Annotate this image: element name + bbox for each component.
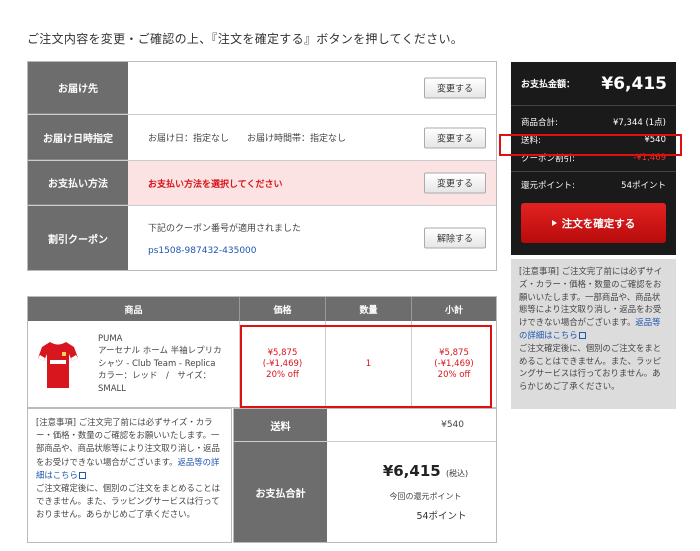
payment-warning: お支払い方法を選択してください — [148, 179, 283, 190]
header-quantity: 数量 — [326, 297, 412, 321]
page-instruction: ご注文内容を変更・ご確認の上、『注文を確定する』ボタンを押してください。 — [27, 32, 464, 46]
total-amount-line: ¥6,415 (税込) — [383, 462, 468, 480]
delivery-row: お届け先 変更する — [28, 62, 496, 115]
change-datetime-button[interactable]: 変更する — [424, 127, 486, 148]
datetime-text: お届け日：指定なし お届け時間帯：指定なし — [148, 134, 347, 144]
product-info: PUMA アーセナル ホーム 半袖レプリカ シャツ - Club Team - … — [28, 321, 240, 407]
notice-text2: ご注文確定後に、個別のご注文をまとめることはできません。また、ラッピングサービス… — [36, 483, 220, 520]
notice-box: [注意事項] ご注文完了前には必ずサイズ・カラー・価格・数量のご確認をお願いいた… — [27, 408, 232, 543]
play-arrow-icon — [551, 220, 557, 226]
product-text: PUMA アーセナル ホーム 半袖レプリカ シャツ - Club Team - … — [98, 333, 222, 396]
payment-side-panel: お支払金額： ¥6,415 商品合計: ¥7,344 (1点) 送料: ¥540… — [511, 62, 676, 255]
points-value: 54ポイント — [416, 511, 467, 522]
shipping-label: 送料 — [234, 409, 327, 441]
header-price: 価格 — [240, 297, 326, 321]
cancel-coupon-button[interactable]: 解除する — [424, 227, 486, 249]
total-box: ¥6,415 (税込) 今回の還元ポイント 54ポイント — [327, 442, 496, 542]
change-payment-button[interactable]: 変更する — [424, 172, 486, 194]
external-link-icon — [78, 471, 86, 479]
delivery-value: 変更する — [128, 62, 496, 114]
product-image[interactable] — [38, 338, 78, 390]
pay-label: お支払金額： — [521, 80, 576, 90]
change-delivery-button[interactable]: 変更する — [424, 77, 486, 99]
datetime-row: お届け日時指定 お届け日：指定なし お届け時間帯：指定なし 変更する — [28, 115, 496, 161]
external-link-icon — [578, 331, 586, 339]
side-notice: [注意事項] ご注文完了前には必ずサイズ・カラー・価格・数量のご確認をお願いいた… — [511, 259, 676, 409]
datetime-value: お届け日：指定なし お届け時間帯：指定なし 変更する — [128, 115, 496, 160]
side-points-value: 54ポイント — [621, 181, 666, 191]
payment-amount-row: お支払金額： ¥6,415 — [511, 62, 676, 106]
total-label: お支払合計 — [234, 442, 327, 542]
coupon-highlight-box — [499, 134, 682, 156]
coupon-value: 下記のクーポン番号が適用されました ps1508-987432-435000 解… — [128, 206, 496, 270]
side-points-label: 還元ポイント: — [521, 181, 575, 191]
side-points-row: 還元ポイント: 54ポイント — [511, 172, 676, 198]
shipping-row: 送料 ¥540 — [234, 409, 496, 442]
coupon-row: 割引クーポン 下記のクーポン番号が適用されました ps1508-987432-4… — [28, 206, 496, 270]
total-amount: ¥6,415 — [382, 462, 441, 480]
payment-label: お支払い方法 — [28, 161, 128, 205]
delivery-label: お届け先 — [28, 62, 128, 114]
product-options: カラー：レッド / サイズ： — [98, 371, 212, 382]
payment-row: お支払い方法 お支払い方法を選択してください 変更する — [28, 161, 496, 206]
shipping-value: ¥540 — [441, 420, 464, 430]
coupon-code: ps1508-987432-435000 — [148, 245, 257, 256]
coupon-label: 割引クーポン — [28, 206, 128, 270]
side-subtotal-value: ¥7,344 (1点) — [613, 118, 666, 128]
order-details-table: お届け先 変更する お届け日時指定 お届け日：指定なし お届け時間帯：指定なし … — [27, 61, 497, 271]
confirm-order-label: 注文を確定する — [561, 217, 636, 230]
product-brand: PUMA — [98, 333, 123, 344]
points-label: 今回の還元ポイント — [389, 492, 462, 501]
pay-amount: ¥6,415 — [601, 73, 667, 94]
tax-label: (税込) — [445, 469, 469, 478]
product-size: SMALL — [98, 383, 127, 394]
coupon-note: 下記のクーポン番号が適用されました — [148, 223, 302, 234]
product-name-line2[interactable]: シャツ - Club Team - Replica — [98, 358, 222, 371]
order-summary: 送料 ¥540 お支払合計 ¥6,415 (税込) 今回の還元ポイント 54ポイ… — [233, 408, 497, 543]
datetime-label: お届け日時指定 — [28, 115, 128, 160]
payment-value: お支払い方法を選択してください 変更する — [128, 161, 496, 205]
header-product: 商品 — [28, 297, 240, 321]
side-subtotal-label: 商品合計: — [521, 118, 558, 128]
price-highlight-box — [240, 325, 492, 408]
product-name-line1[interactable]: アーセナル ホーム 半袖レプリカ — [98, 345, 222, 358]
product-table-header: 商品 価格 数量 小計 — [28, 297, 496, 321]
confirm-order-button[interactable]: 注文を確定する — [521, 203, 666, 243]
header-subtotal: 小計 — [444, 305, 463, 316]
total-row: お支払合計 ¥6,415 (税込) 今回の還元ポイント 54ポイント — [234, 442, 496, 542]
side-subtotal-row: 商品合計: ¥7,344 (1点) — [511, 113, 676, 131]
side-notice-text2: ご注文確定後に、個別のご注文をまとめることはできません。また、ラッピングサービス… — [519, 342, 662, 392]
